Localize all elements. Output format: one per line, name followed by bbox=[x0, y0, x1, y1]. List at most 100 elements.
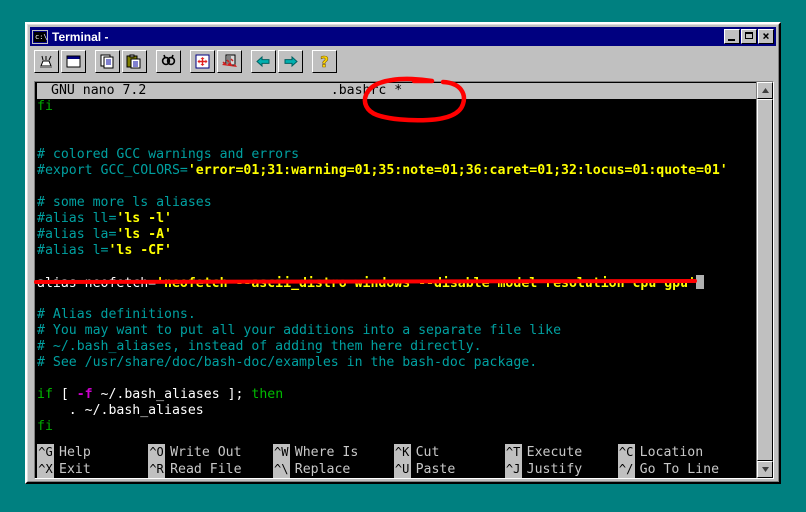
line-ls-aliases-comment: # some more ls aliases bbox=[37, 195, 756, 211]
minimize-button[interactable] bbox=[724, 29, 740, 44]
shortcut-label: Write Out bbox=[170, 445, 242, 460]
shortcut-exit[interactable]: ^X Exit bbox=[37, 461, 146, 478]
line-alias-la: #alias la='ls -A' bbox=[37, 227, 756, 243]
shortcut-paste[interactable]: ^U Paste bbox=[393, 461, 503, 478]
copy-icon[interactable] bbox=[95, 50, 120, 73]
shortcut-label: Paste bbox=[415, 462, 456, 477]
scroll-up-arrow[interactable] bbox=[757, 82, 773, 99]
shortcut-go-to-line[interactable]: ^/ Go To Line bbox=[617, 461, 754, 478]
code-segment: #alias ll= bbox=[37, 211, 117, 226]
shortcut-label: Cut bbox=[415, 445, 440, 460]
shortcut-label: Replace bbox=[294, 462, 351, 477]
shortcut-key: ^T bbox=[504, 444, 522, 461]
line-alias-def-1: # Alias definitions. bbox=[37, 307, 756, 323]
code-segment: [ bbox=[52, 387, 77, 402]
shortcut-key: ^C bbox=[617, 444, 635, 461]
kill-icon[interactable] bbox=[217, 50, 242, 73]
shortcut-key: ^U bbox=[393, 461, 411, 478]
close-button[interactable] bbox=[758, 29, 774, 44]
scroll-down-arrow[interactable] bbox=[757, 461, 773, 478]
code-segment: #alias la= bbox=[37, 227, 117, 242]
code-segment: ~/.bash_aliases ]; bbox=[92, 387, 252, 402]
code-segment: #alias l= bbox=[37, 243, 109, 258]
shortcut-key: ^X bbox=[37, 461, 54, 478]
code-segment: 'ls -CF' bbox=[108, 243, 172, 258]
shortcut-justify[interactable]: ^J Justify bbox=[504, 461, 616, 478]
toolbar: ? bbox=[30, 46, 776, 76]
line-alias-def-2: # You may want to put all your additions… bbox=[37, 323, 756, 339]
code-segment: fi bbox=[37, 419, 53, 434]
shortcut-cut[interactable]: ^K Cut bbox=[393, 444, 503, 461]
help-icon[interactable]: ? bbox=[312, 50, 337, 73]
editor-text-area[interactable]: fi # colored GCC warnings and errors #expo… bbox=[37, 99, 756, 435]
shortcut-key: ^O bbox=[148, 444, 166, 461]
nano-shortcut-bar: ^G Help ^X Exit ^O Write Out ^R Read File ^W Wher… bbox=[37, 444, 756, 478]
line-blank-5 bbox=[37, 291, 756, 307]
find-icon[interactable] bbox=[156, 50, 181, 73]
maximize-button[interactable] bbox=[741, 29, 757, 44]
code-segment: #export GCC_COLORS= bbox=[37, 163, 188, 178]
code-segment: 'ls -l' bbox=[116, 211, 172, 226]
shortcut-label: Help bbox=[59, 445, 91, 460]
line-alias-def-4: # See /usr/share/doc/bash-doc/examples i… bbox=[37, 355, 756, 371]
back-arrow-icon[interactable] bbox=[251, 50, 276, 73]
line-blank-6 bbox=[37, 371, 756, 387]
shortcut-write-out[interactable]: ^O Write Out bbox=[148, 444, 271, 461]
line-fi-bottom: fi bbox=[37, 419, 756, 435]
shortcut-key: ^J bbox=[504, 461, 522, 478]
shortcut-read-file[interactable]: ^R Read File bbox=[148, 461, 271, 478]
new-session-icon[interactable] bbox=[34, 50, 59, 73]
code-segment: # You may want to put all your additions… bbox=[37, 323, 562, 338]
shortcut-column-2: ^W Where Is ^\ Replace bbox=[272, 444, 392, 478]
code-segment: # Alias definitions. bbox=[37, 307, 196, 322]
line-blank-1 bbox=[37, 115, 756, 131]
terminal-icon bbox=[32, 29, 48, 44]
shortcut-label: Where Is bbox=[294, 445, 359, 460]
line-if: if [ -f ~/.bash_aliases ]; then bbox=[37, 387, 756, 403]
line-alias-l: #alias l='ls -CF' bbox=[37, 243, 756, 259]
shortcut-location[interactable]: ^C Location bbox=[617, 444, 754, 461]
paste-icon[interactable] bbox=[122, 50, 147, 73]
shortcut-label: Read File bbox=[170, 462, 242, 477]
shortcut-label: Exit bbox=[59, 462, 91, 477]
nano-filename: .bashrc * bbox=[330, 83, 403, 98]
shortcut-column-0: ^G Help ^X Exit bbox=[37, 444, 146, 478]
shortcut-where-is[interactable]: ^W Where Is bbox=[272, 444, 392, 461]
shortcut-replace[interactable]: ^\ Replace bbox=[272, 461, 392, 478]
desktop: Terminal - bbox=[0, 0, 806, 512]
line-alias-ll: #alias ll='ls -l' bbox=[37, 211, 756, 227]
new-window-icon[interactable] bbox=[61, 50, 86, 73]
line-source-aliases: . ~/.bash_aliases bbox=[37, 403, 756, 419]
shortcut-column-3: ^K Cut ^U Paste bbox=[393, 444, 503, 478]
nano-title-bar: GNU nano 7.2 .bashrc * bbox=[37, 83, 756, 99]
line-blank-3 bbox=[37, 179, 756, 195]
shortcut-key: ^R bbox=[148, 461, 166, 478]
titlebar[interactable]: Terminal - bbox=[30, 27, 776, 46]
scrollbar-track[interactable] bbox=[757, 99, 773, 461]
code-segment: alias neofetch= bbox=[37, 276, 157, 291]
text-cursor bbox=[695, 275, 704, 289]
shortcut-column-4: ^T Execute ^J Justify bbox=[504, 444, 616, 478]
shortcut-help[interactable]: ^G Help bbox=[37, 444, 146, 461]
window-inner-frame: Terminal - bbox=[27, 24, 779, 482]
code-segment: if bbox=[37, 387, 53, 402]
shortcut-label: Go To Line bbox=[639, 462, 720, 477]
code-segment: # See /usr/share/doc/bash-doc/examples i… bbox=[37, 355, 538, 370]
code-segment: # ~/.bash_aliases, instead of adding the… bbox=[37, 339, 482, 354]
move-icon[interactable] bbox=[190, 50, 215, 73]
shortcut-label: Execute bbox=[526, 445, 583, 460]
vertical-scrollbar[interactable] bbox=[756, 82, 773, 478]
scrollbar-thumb[interactable] bbox=[757, 99, 773, 461]
code-segment: 'neofetch --ascii_distro windows --disab… bbox=[156, 276, 696, 291]
line-alias-def-3: # ~/.bash_aliases, instead of adding the… bbox=[37, 339, 756, 355]
shortcut-key: ^W bbox=[272, 444, 290, 461]
code-segment: . ~/.bash_aliases bbox=[37, 403, 204, 418]
line-fi-top: fi bbox=[37, 99, 756, 115]
shortcut-key: ^\ bbox=[272, 461, 290, 478]
forward-arrow-icon[interactable] bbox=[278, 50, 303, 73]
terminal-screen[interactable]: GNU nano 7.2 .bashrc * fi # colored GCC w… bbox=[35, 82, 756, 478]
terminal-window: Terminal - bbox=[25, 22, 781, 484]
shortcut-execute[interactable]: ^T Execute bbox=[504, 444, 616, 461]
terminal-viewport: GNU nano 7.2 .bashrc * fi # colored GCC w… bbox=[34, 81, 774, 479]
code-segment: then bbox=[251, 387, 284, 402]
